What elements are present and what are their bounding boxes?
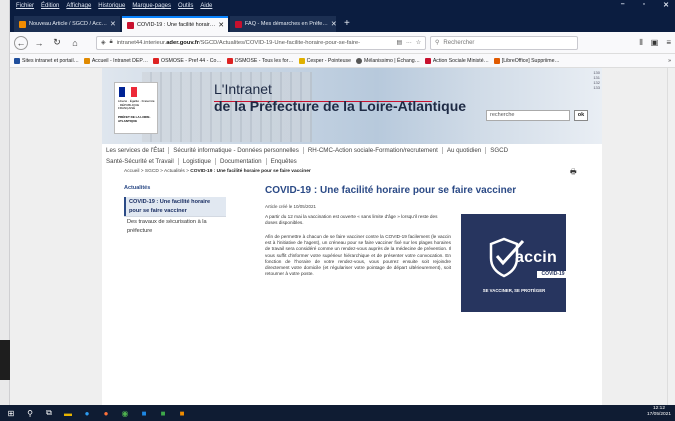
- background-window: [0, 0, 10, 405]
- windows-taskbar: ⊞ ⚲ ⧉ ▬ ● ● ◉ ■ ■ ■ 12:12 17/05/2021: [0, 405, 675, 421]
- marianne-logo: Liberté · Égalité · Fraternité · RÉPUBLI…: [114, 82, 158, 134]
- search-input[interactable]: ⚲ Rechercher: [430, 35, 578, 50]
- side-menu-item-active[interactable]: COVID-19 : Une facilité horaire pour se …: [124, 197, 226, 217]
- breadcrumb: Accueil > SGCD > Actualités > COVID-19 :…: [124, 169, 311, 174]
- tab-active[interactable]: COVID-19 : Une facilité horair… ✕: [122, 16, 228, 32]
- bookmark-item[interactable]: OSMOSE - Tous les for…: [226, 57, 294, 64]
- bookmark-item[interactable]: Mélanissimo | Échang…: [356, 57, 420, 64]
- nav-item[interactable]: Logistique: [179, 158, 216, 165]
- tab-strip: Nouveau Article / SGCD / Acc… ✕ COVID-19 …: [10, 12, 675, 32]
- article-date: Article créé le 10/05/2021: [265, 204, 317, 209]
- bookmark-item[interactable]: OSMOSE - Pref 44 - Co…: [153, 57, 222, 64]
- covid-badge: COVID-19: [537, 271, 569, 278]
- spreadsheet-icon[interactable]: ■: [158, 408, 168, 418]
- site-search-button[interactable]: ok: [574, 110, 588, 121]
- menu-item[interactable]: Outils: [178, 3, 193, 9]
- home-button[interactable]: ⌂: [68, 36, 82, 50]
- nav-item[interactable]: Santé-Sécurité et Travail: [102, 158, 179, 165]
- bookmark-item[interactable]: [LibreOffice] Suppriime…: [493, 57, 560, 64]
- menu-item[interactable]: Marque-pages: [132, 3, 171, 9]
- search-icon[interactable]: ⚲: [25, 408, 35, 418]
- page-favicon-icon: [19, 20, 26, 28]
- main-navigation: Les services de l'État Sécurité informat…: [102, 145, 602, 156]
- menu-item[interactable]: Aide: [200, 3, 212, 9]
- site-title: L'Intranet: [214, 81, 272, 97]
- edge-icon[interactable]: ●: [82, 408, 92, 418]
- app-icon[interactable]: ■: [139, 408, 149, 418]
- nav-item[interactable]: SGCD: [486, 147, 512, 154]
- close-tab-icon[interactable]: ✕: [218, 21, 224, 29]
- article-title: COVID-19 : Une facilité horaire pour se …: [265, 185, 517, 196]
- new-tab-button[interactable]: +: [338, 16, 356, 32]
- vaccine-word: accin: [515, 249, 557, 266]
- article-paragraph: A partir du 12 mai la vaccination est ou…: [265, 214, 438, 226]
- page-viewport: Liberté · Égalité · Fraternité · RÉPUBLI…: [10, 68, 675, 405]
- close-tab-icon[interactable]: ✕: [331, 20, 336, 28]
- side-menu-item[interactable]: Des travaux de sécurisation à la préfect…: [124, 217, 226, 237]
- decorative-numbers: 130 131 132 133: [593, 70, 600, 90]
- hamburger-menu-icon[interactable]: ≡: [666, 38, 671, 48]
- more-bookmarks-icon[interactable]: »: [668, 58, 671, 64]
- reader-view-icon[interactable]: ▤: [397, 40, 402, 46]
- menu-item[interactable]: Historique: [98, 3, 125, 9]
- nav-item[interactable]: Enquêtes: [267, 158, 301, 165]
- nav-item[interactable]: Sécurité informatique - Données personne…: [169, 147, 304, 154]
- article-paragraph: Afin de permettre à chacun de se faire v…: [265, 234, 451, 277]
- menu-bar: Fichier Édition Affichage Historique Mar…: [10, 0, 675, 12]
- shield-icon[interactable]: ◈: [101, 40, 105, 46]
- minimize-icon[interactable]: –: [621, 1, 625, 9]
- nav-item[interactable]: Documentation: [216, 158, 267, 165]
- page-favicon-icon: [127, 21, 134, 29]
- intranet-page: Liberté · Égalité · Fraternité · RÉPUBLI…: [102, 68, 602, 405]
- system-clock[interactable]: 12:12 17/05/2021: [647, 406, 671, 418]
- nav-item[interactable]: Au quotidien: [443, 147, 487, 154]
- maximize-icon[interactable]: ▫: [643, 1, 645, 9]
- library-icon[interactable]: ⫴: [639, 38, 642, 48]
- bookmark-item[interactable]: Sites intranet et portail…: [14, 57, 79, 64]
- menu-item[interactable]: Fichier: [16, 3, 34, 9]
- menu-item[interactable]: Affichage: [66, 3, 91, 9]
- nav-item[interactable]: Les services de l'État: [102, 147, 170, 154]
- tab[interactable]: FAQ - Mes démarches en Préfe… ✕: [230, 16, 336, 32]
- back-button[interactable]: ←: [14, 35, 28, 50]
- sidebar-icon[interactable]: ▣: [651, 38, 659, 48]
- chrome-icon[interactable]: ◉: [120, 408, 130, 418]
- secondary-navigation: Santé-Sécurité et Travail Logistique Doc…: [102, 156, 602, 167]
- browser-window: Fichier Édition Affichage Historique Mar…: [10, 0, 675, 405]
- forward-button[interactable]: →: [32, 36, 46, 50]
- tab[interactable]: Nouveau Article / SGCD / Acc… ✕: [14, 16, 120, 32]
- file-explorer-icon[interactable]: ▬: [63, 408, 73, 418]
- search-icon: ⚲: [435, 40, 440, 46]
- menu-item[interactable]: Édition: [41, 3, 59, 9]
- firefox-icon[interactable]: ●: [101, 408, 111, 418]
- vaccine-slogan: SE VACCINER, SE PROTÉGER: [482, 288, 546, 293]
- site-subtitle: de la Préfecture de la Loire-Atlantique: [214, 98, 467, 114]
- page-actions-icon[interactable]: ···: [406, 40, 412, 46]
- nav-item[interactable]: RH-CMC-Action sociale-Formation/recrutem…: [304, 147, 443, 154]
- url-bar[interactable]: ◈ 🔒︎ intranet44.interieur.ader.gouv.fr/S…: [96, 35, 426, 50]
- task-view-icon[interactable]: ⧉: [44, 408, 54, 418]
- app-icon[interactable]: ■: [177, 408, 187, 418]
- side-menu-heading[interactable]: Actualités: [124, 185, 150, 191]
- site-search-input[interactable]: recherche: [486, 110, 570, 121]
- bookmark-star-icon[interactable]: ☆: [416, 40, 421, 46]
- navigation-toolbar: ← → ↻ ⌂ ◈ 🔒︎ intranet44.interieur.ader.g…: [10, 32, 675, 54]
- close-tab-icon[interactable]: ✕: [110, 20, 116, 28]
- bookmark-item[interactable]: Action Sociale Ministé…: [424, 57, 489, 64]
- windows-start-icon[interactable]: ⊞: [6, 408, 16, 418]
- bookmarks-toolbar: Sites intranet et portail… Accueil - Int…: [10, 54, 675, 68]
- bookmark-item[interactable]: Accueil - Intranet DEP…: [83, 57, 148, 64]
- scrollbar[interactable]: [667, 68, 675, 405]
- bookmark-item[interactable]: Cesper - Pointeuse: [298, 57, 351, 64]
- header-banner: Liberté · Égalité · Fraternité · RÉPUBLI…: [102, 68, 602, 144]
- reload-button[interactable]: ↻: [50, 36, 64, 50]
- close-icon[interactable]: ✕: [663, 1, 669, 9]
- lock-icon[interactable]: 🔒︎: [109, 39, 112, 46]
- page-favicon-icon: [235, 20, 242, 28]
- print-icon[interactable]: 🖶: [570, 168, 577, 179]
